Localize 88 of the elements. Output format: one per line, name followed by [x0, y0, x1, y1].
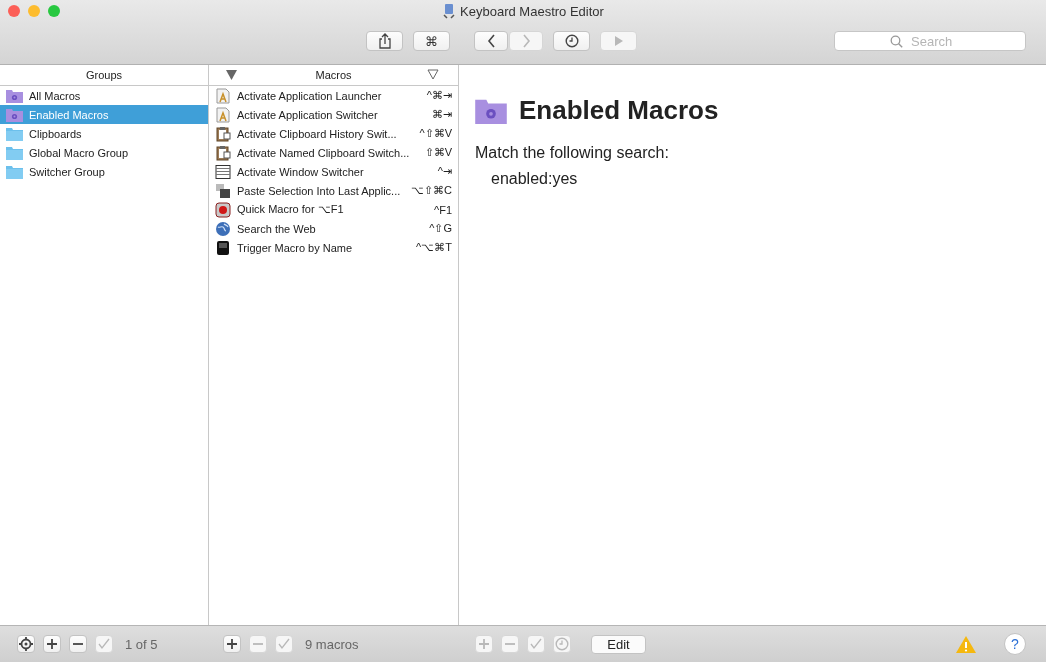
- record-icon: [215, 201, 231, 218]
- group-count: 1 of 5: [125, 636, 158, 652]
- macro-item[interactable]: Activate Application Switcher ⌘⇥: [209, 105, 458, 124]
- group-item[interactable]: Switcher Group: [0, 162, 208, 181]
- shortcut: ^⌘⇥: [426, 89, 452, 102]
- smart-folder-icon: [6, 107, 23, 122]
- remove-button[interactable]: [69, 635, 87, 653]
- search-icon: [890, 35, 903, 48]
- macro-name: Search the Web: [237, 222, 316, 235]
- add-icon: [226, 638, 238, 650]
- checkmark-icon: [278, 638, 290, 650]
- group-title: Enabled Macros: [519, 95, 719, 126]
- window-title: Keyboard Maestro Editor: [460, 3, 604, 19]
- macro-item[interactable]: Quick Macro for ⌥F1 ^F1: [209, 200, 458, 219]
- app-icon: [442, 3, 457, 19]
- macro-item[interactable]: Trigger Macro by Name ^⌥⌘T: [209, 238, 458, 257]
- group-name: Global Macro Group: [29, 146, 129, 159]
- group-name: All Macros: [29, 89, 81, 102]
- group-name: Enabled Macros: [29, 108, 109, 121]
- macro-item[interactable]: Activate Named Clipboard Switch... ⇧⌘V: [209, 143, 458, 162]
- add-icon: [46, 638, 58, 650]
- macro-item[interactable]: Activate Application Launcher ^⌘⇥: [209, 86, 458, 105]
- checkmark-icon: [98, 638, 110, 650]
- close-button[interactable]: [8, 5, 20, 17]
- minimize-button[interactable]: [28, 5, 40, 17]
- search-query: enabled:yes: [490, 170, 579, 188]
- add-icon: [478, 638, 490, 650]
- window-icon: [215, 163, 231, 180]
- shortcut: ^F1: [434, 203, 452, 216]
- shortcut: ⌥⇧⌘C: [411, 184, 452, 197]
- clipboard-icon: [215, 125, 231, 142]
- macro-name: Quick Macro for ⌥F1: [237, 203, 344, 216]
- globe-icon: [215, 220, 231, 237]
- macro-name: Activate Clipboard History Swit...: [237, 127, 397, 140]
- clock-button[interactable]: [553, 31, 590, 51]
- sort-triangle-icon: [226, 70, 237, 80]
- column-header: Macros: [315, 69, 352, 81]
- folder-icon: [6, 145, 23, 160]
- search-field[interactable]: Search: [834, 31, 1026, 51]
- group-name: Clipboards: [29, 127, 82, 140]
- macro-name: Activate Application Launcher: [237, 89, 382, 102]
- macro-item[interactable]: Activate Clipboard History Swit... ^⇧⌘V: [209, 124, 458, 143]
- group-item[interactable]: Clipboards: [0, 124, 208, 143]
- application-icon: [215, 106, 231, 123]
- application-icon: [215, 87, 231, 104]
- play-icon: [613, 35, 624, 47]
- help-button[interactable]: ?: [1004, 633, 1026, 655]
- share-icon: [377, 33, 392, 49]
- macro-count: 9 macros: [305, 636, 359, 652]
- warning-icon: [955, 634, 977, 654]
- edit-button[interactable]: Edit: [591, 634, 646, 654]
- shortcut: ^⇧G: [429, 222, 452, 235]
- folder-icon: [6, 164, 23, 179]
- macro-name: Paste Selection Into Last Applic...: [237, 184, 401, 197]
- share-button[interactable]: [366, 31, 403, 51]
- group-item[interactable]: All Macros: [0, 86, 208, 105]
- stacked-windows-icon: [215, 182, 231, 199]
- folder-icon: [6, 126, 23, 141]
- shortcut: ^⇥: [437, 165, 452, 178]
- zoom-button[interactable]: [48, 5, 60, 17]
- group-item[interactable]: Global Macro Group: [0, 143, 208, 162]
- checkmark-icon: [530, 638, 542, 650]
- outline-triangle-icon: [427, 69, 439, 80]
- clock-icon: [564, 34, 579, 48]
- macro-name: Activate Named Clipboard Switch...: [237, 146, 410, 159]
- clock-icon: [555, 637, 569, 651]
- macro-item[interactable]: Paste Selection Into Last Applic... ⌥⇧⌘C: [209, 181, 458, 200]
- shortcut: ⇧⌘V: [424, 146, 452, 159]
- back-icon: [486, 34, 496, 48]
- smart-folder-icon: [475, 97, 507, 124]
- smart-folder-icon: [6, 88, 23, 103]
- add-button[interactable]: [223, 635, 241, 653]
- shortcut: ⌘⇥: [432, 108, 452, 121]
- add-button[interactable]: [43, 635, 61, 653]
- shortcut: ^⇧⌘V: [419, 127, 452, 140]
- back-button[interactable]: [474, 31, 508, 51]
- macro-item[interactable]: Activate Window Switcher ^⇥: [209, 162, 458, 181]
- clipboard-icon: [215, 144, 231, 161]
- command-button[interactable]: ⌘: [413, 31, 450, 51]
- shortcut: ^⌥⌘T: [416, 241, 452, 254]
- macro-name: Trigger Macro by Name: [237, 241, 353, 254]
- forward-icon: [521, 34, 531, 48]
- group-name: Switcher Group: [29, 165, 105, 178]
- macro-item[interactable]: Search the Web ^⇧G: [209, 219, 458, 238]
- macro-name: Activate Window Switcher: [237, 165, 364, 178]
- search-label: Match the following search:: [475, 144, 670, 162]
- device-icon: [215, 239, 231, 256]
- macro-name: Activate Application Switcher: [237, 108, 378, 121]
